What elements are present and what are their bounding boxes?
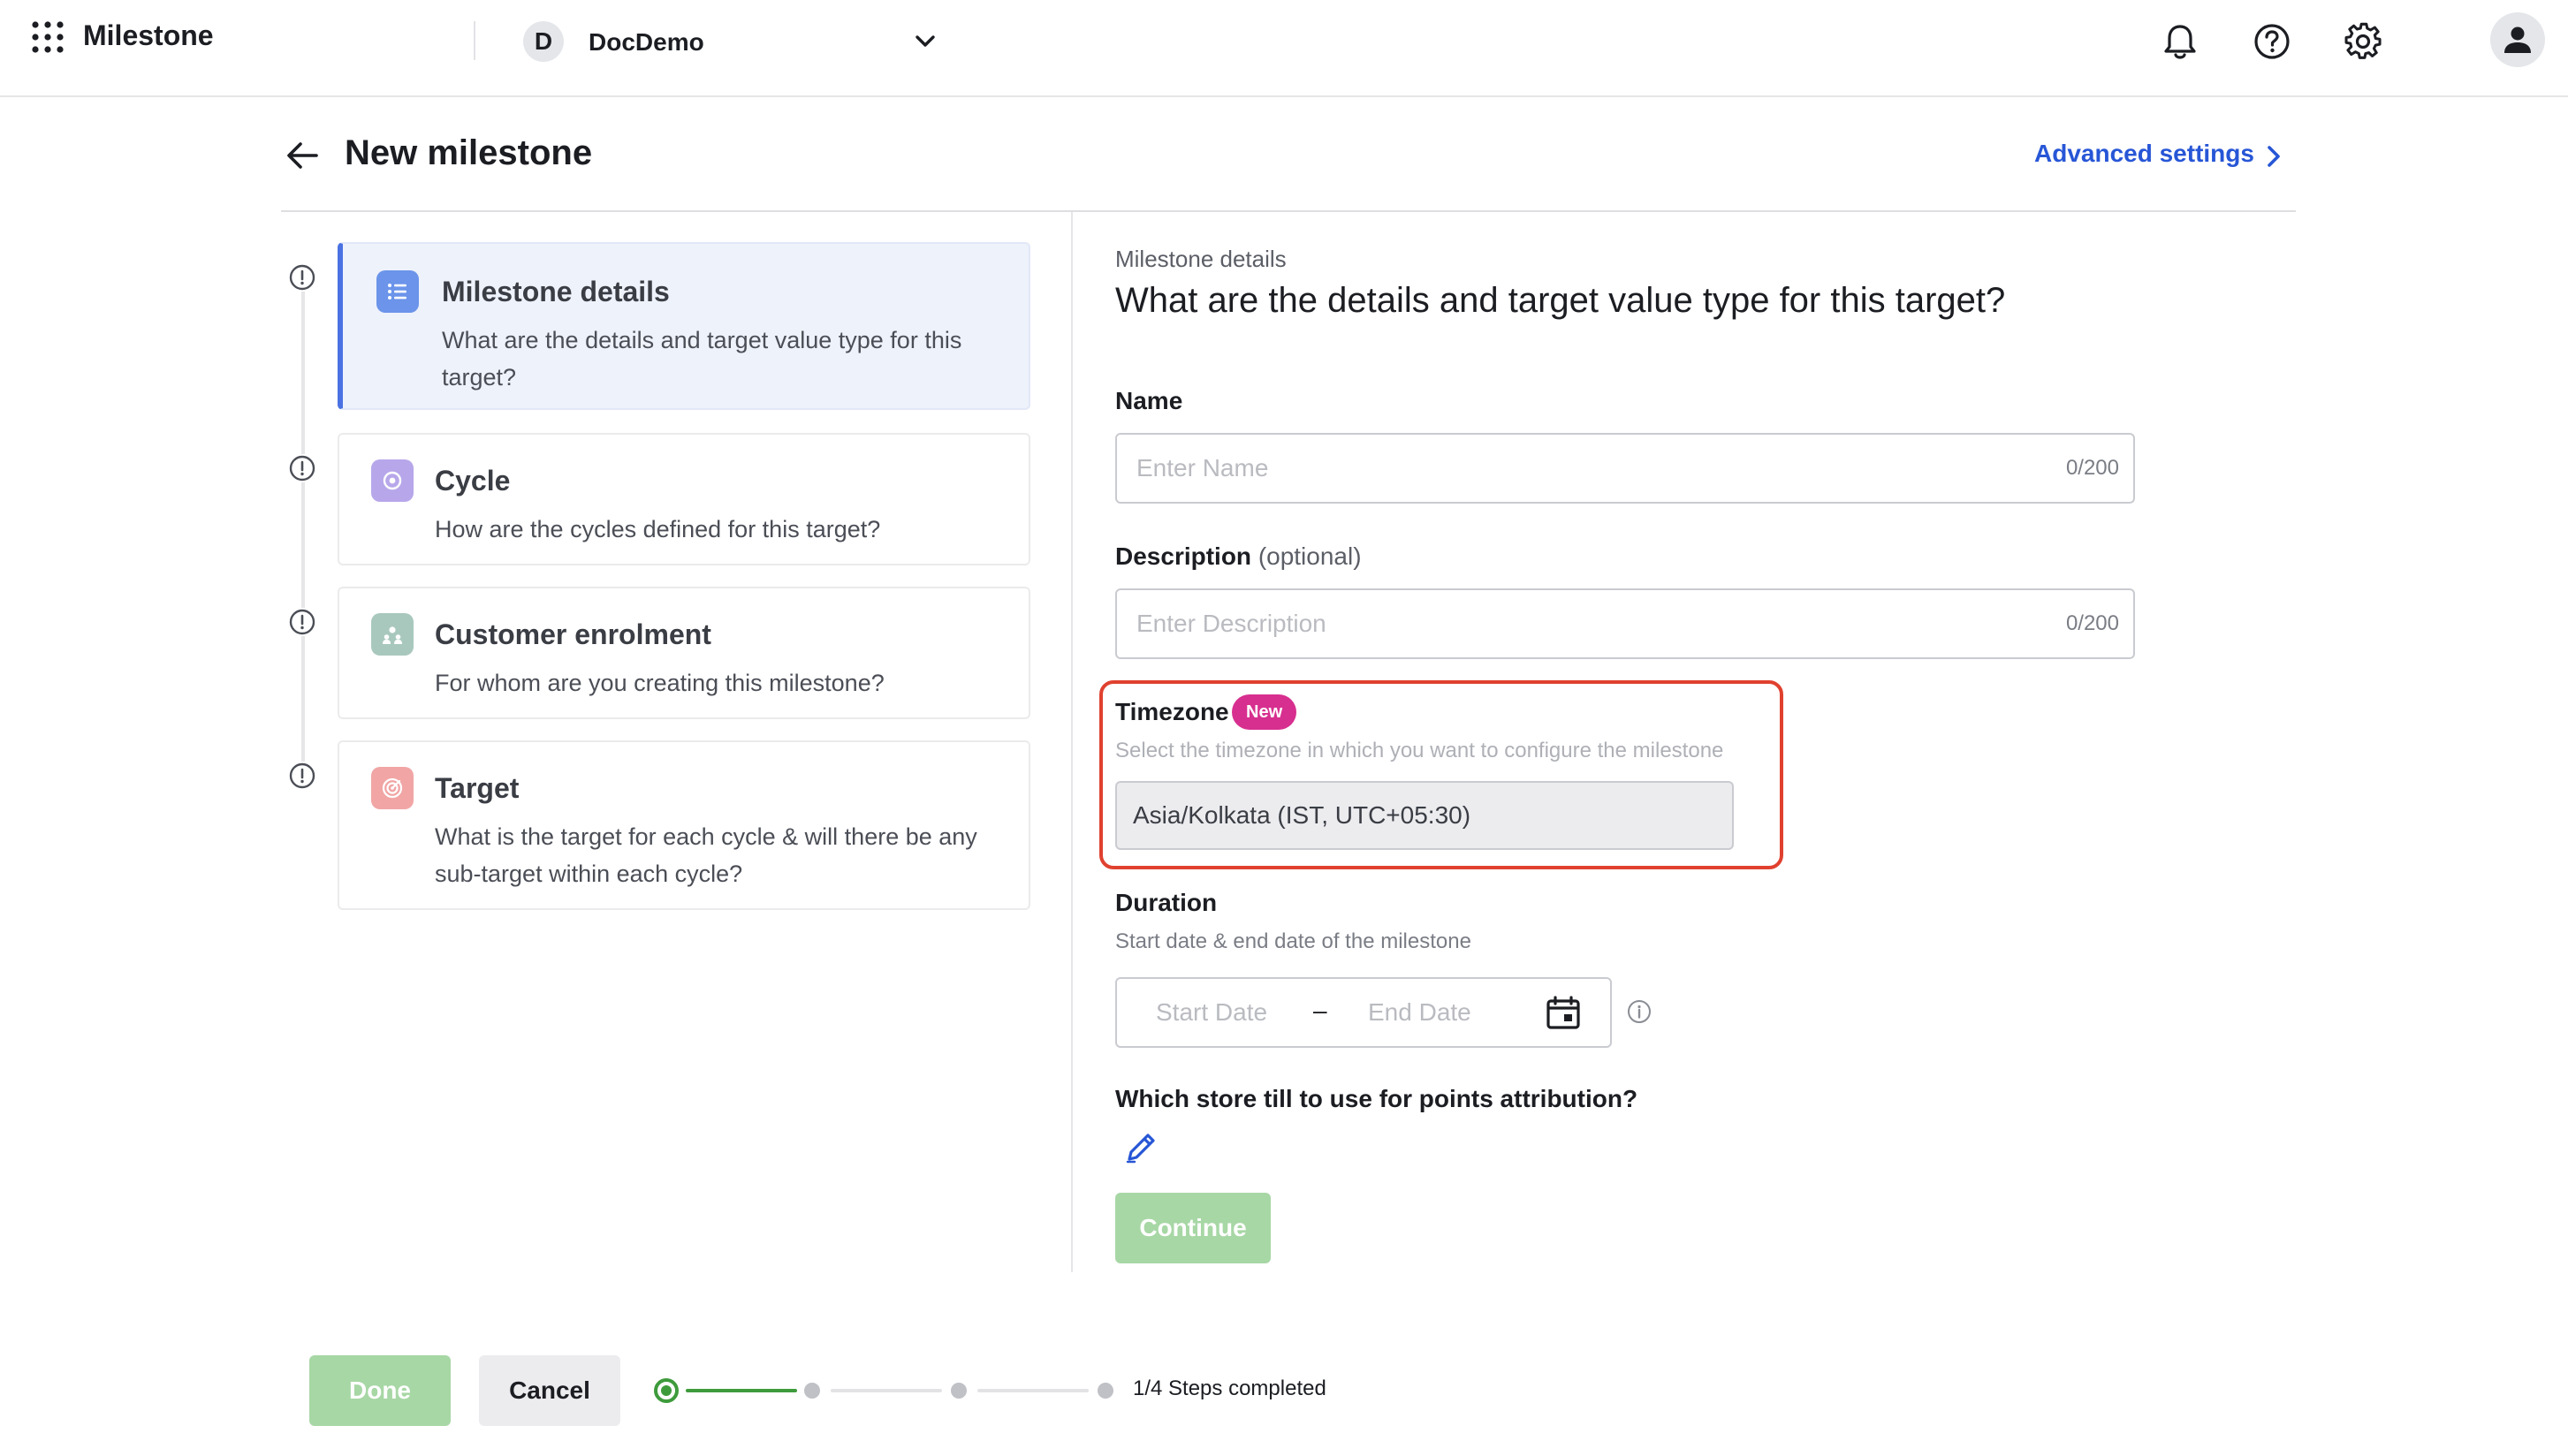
app-name: Milestone (83, 19, 214, 51)
user-icon (2504, 27, 2531, 53)
back-arrow-icon[interactable] (283, 136, 322, 175)
description-input[interactable] (1117, 590, 2001, 657)
name-field: 0/200 (1115, 433, 2135, 504)
users-icon (383, 626, 402, 644)
start-date-input[interactable]: Start Date (1156, 998, 1267, 1027)
form-heading: What are the details and target value ty… (1115, 281, 2006, 320)
apps-grid-icon[interactable] (30, 19, 65, 55)
step-customer-enrolment[interactable]: Customer enrolment For whom are you crea… (338, 587, 1030, 719)
steps-progress (654, 1375, 1131, 1407)
description-char-count: 0/200 (2065, 611, 2119, 635)
advanced-settings-link[interactable]: Advanced settings (2034, 140, 2254, 168)
timezone-label: Timezone (1115, 698, 1229, 725)
step-badge (371, 459, 414, 502)
top-bar: Milestone D DocDemo (0, 0, 2568, 97)
new-badge: New (1232, 694, 1297, 730)
progress-dot (951, 1383, 967, 1399)
topbar-divider (474, 21, 475, 60)
location-pin-icon (383, 471, 402, 490)
chevron-down-icon (916, 35, 935, 47)
name-label: Name (1115, 387, 1183, 414)
info-icon[interactable] (1626, 998, 1652, 1025)
pencil-icon[interactable] (1122, 1127, 1161, 1166)
column-divider (1071, 212, 1073, 1272)
org-avatar: D (523, 21, 564, 62)
name-char-count: 0/200 (2065, 456, 2119, 480)
bell-icon[interactable] (2160, 21, 2200, 62)
description-field: 0/200 (1115, 588, 2135, 659)
progress-segment (831, 1389, 942, 1392)
end-date-input[interactable]: End Date (1368, 998, 1471, 1027)
step-cycle[interactable]: Cycle How are the cycles defined for thi… (338, 433, 1030, 565)
step-title: Target (435, 772, 520, 804)
progress-segment-done (686, 1389, 797, 1392)
progress-segment (977, 1389, 1089, 1392)
step-description: For whom are you creating this milestone… (435, 670, 885, 696)
user-avatar[interactable] (2490, 12, 2545, 67)
help-icon[interactable] (2252, 21, 2292, 62)
optional-hint: (optional) (1257, 542, 1362, 570)
cancel-button[interactable]: Cancel (479, 1355, 620, 1426)
info-icon (288, 762, 316, 790)
step-target[interactable]: Target What is the target for each cycle… (338, 740, 1030, 910)
continue-button[interactable]: Continue (1115, 1193, 1271, 1263)
date-separator: – (1313, 997, 1327, 1024)
duration-help-text: Start date & end date of the milestone (1115, 929, 1471, 953)
calendar-icon[interactable] (1545, 995, 1582, 1032)
form-section-label: Milestone details (1115, 246, 1287, 272)
steps-completed-text: 1/4 Steps completed (1133, 1376, 1326, 1400)
duration-label: Duration (1115, 889, 1218, 916)
store-till-question: Which store till to use for points attri… (1115, 1085, 1638, 1112)
step-badge (371, 613, 414, 656)
name-input[interactable] (1117, 435, 2001, 502)
step-description: What is the target for each cycle & will… (435, 823, 977, 887)
date-range-picker[interactable]: Start Date – End Date (1115, 977, 1612, 1048)
description-label-text: Description (1115, 542, 1252, 570)
step-badge (376, 270, 419, 313)
description-label: Description (optional) (1115, 542, 1362, 571)
timezone-help-text: Select the timezone in which you want to… (1115, 739, 1724, 762)
progress-dot (804, 1383, 820, 1399)
step-badge (371, 767, 414, 809)
stepper-track (301, 292, 305, 777)
info-icon (288, 263, 316, 292)
list-icon (388, 284, 406, 300)
step-description: What are the details and target value ty… (442, 327, 962, 391)
chevron-right-icon[interactable] (2259, 141, 2289, 171)
step-title: Milestone details (442, 276, 670, 307)
step-milestone-details[interactable]: Milestone details What are the details a… (338, 242, 1030, 410)
step-description: How are the cycles defined for this targ… (435, 516, 881, 542)
step-title: Cycle (435, 465, 511, 497)
step-title: Customer enrolment (435, 618, 711, 650)
org-switcher[interactable]: D DocDemo (523, 21, 947, 62)
gear-icon[interactable] (2344, 21, 2384, 62)
header-divider (281, 210, 2296, 212)
info-icon (288, 454, 316, 482)
progress-dot-current (654, 1378, 679, 1403)
done-button[interactable]: Done (309, 1355, 451, 1426)
org-name: DocDemo (589, 28, 704, 56)
progress-dot (1098, 1383, 1113, 1399)
timezone-select[interactable]: Asia/Kolkata (IST, UTC+05:30) (1115, 781, 1734, 850)
info-icon (288, 608, 316, 636)
page-title: New milestone (345, 133, 593, 172)
target-icon (382, 777, 403, 799)
